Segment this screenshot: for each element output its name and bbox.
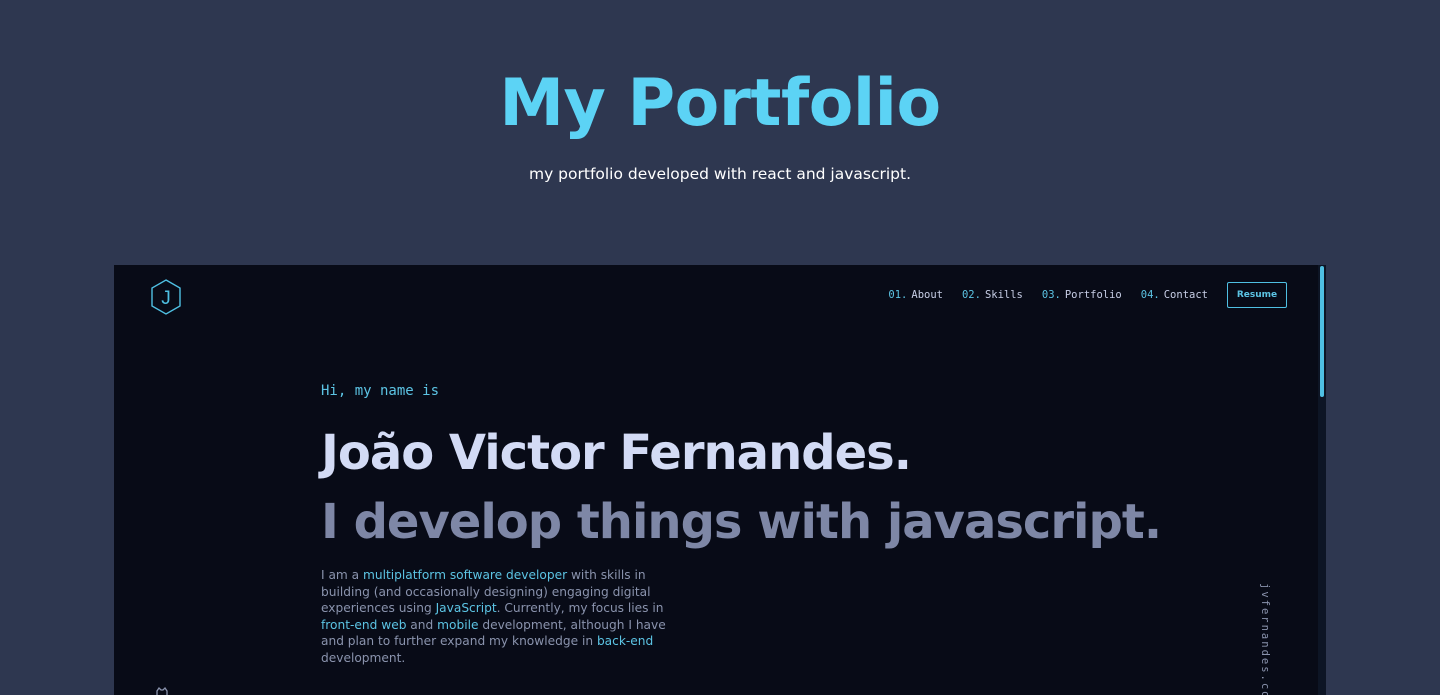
bio-text: I am a	[321, 568, 364, 582]
hexagon-j-logo-icon[interactable]: J	[149, 278, 183, 316]
logo-letter: J	[161, 288, 171, 309]
page-title: My Portfolio	[499, 66, 941, 141]
nav-item-number: 01.	[888, 289, 908, 301]
bio-highlight: front-end web	[321, 617, 407, 632]
nav-item-contact[interactable]: 04. Contact	[1141, 289, 1208, 301]
scrollbar-thumb[interactable]	[1320, 266, 1324, 397]
nav-item-portfolio[interactable]: 03. Portfolio	[1042, 289, 1122, 301]
nav-item-label: Portfolio	[1064, 289, 1122, 301]
nav-item-number: 03.	[1041, 289, 1061, 301]
bio-highlight: back-end	[596, 634, 654, 648]
bio-text: development.	[321, 650, 406, 665]
side-email-link[interactable]: jvfernandes.cont	[1259, 583, 1271, 695]
nav-item-label: Contact	[1163, 289, 1208, 301]
hero-greeting: Hi, my name is	[321, 383, 440, 399]
page-subtitle: my portfolio developed with react and ja…	[528, 165, 912, 183]
nav-item-skills[interactable]: 02. Skills	[962, 289, 1023, 301]
hero-name: João Victor Fernandes.	[321, 425, 912, 481]
main-nav: 01. About 02. Skills 03. Portfolio 04. C…	[869, 282, 1287, 308]
nav-item-number: 02.	[961, 289, 981, 301]
nav-item-number: 04.	[1140, 289, 1160, 301]
nav-item-label: About	[911, 289, 943, 301]
nav-item-label: Skills	[984, 289, 1023, 301]
hero-bio: I am a multiplatform software developer …	[321, 567, 666, 666]
hero-tagline: I develop things with javascript.	[321, 494, 1162, 550]
github-icon[interactable]	[154, 686, 170, 695]
bio-highlight: multiplatform software developer	[363, 568, 568, 582]
resume-button[interactable]: Resume	[1227, 282, 1287, 308]
bio-highlight: mobile	[437, 617, 479, 632]
portfolio-preview: J 01. About 02. Skills 03. Portfolio 04.…	[114, 265, 1326, 695]
bio-highlight: JavaScript	[435, 601, 497, 615]
bio-text: . Currently, my focus lies in	[496, 601, 664, 615]
bio-text: and	[406, 617, 438, 632]
nav-item-about[interactable]: 01. About	[888, 289, 943, 301]
